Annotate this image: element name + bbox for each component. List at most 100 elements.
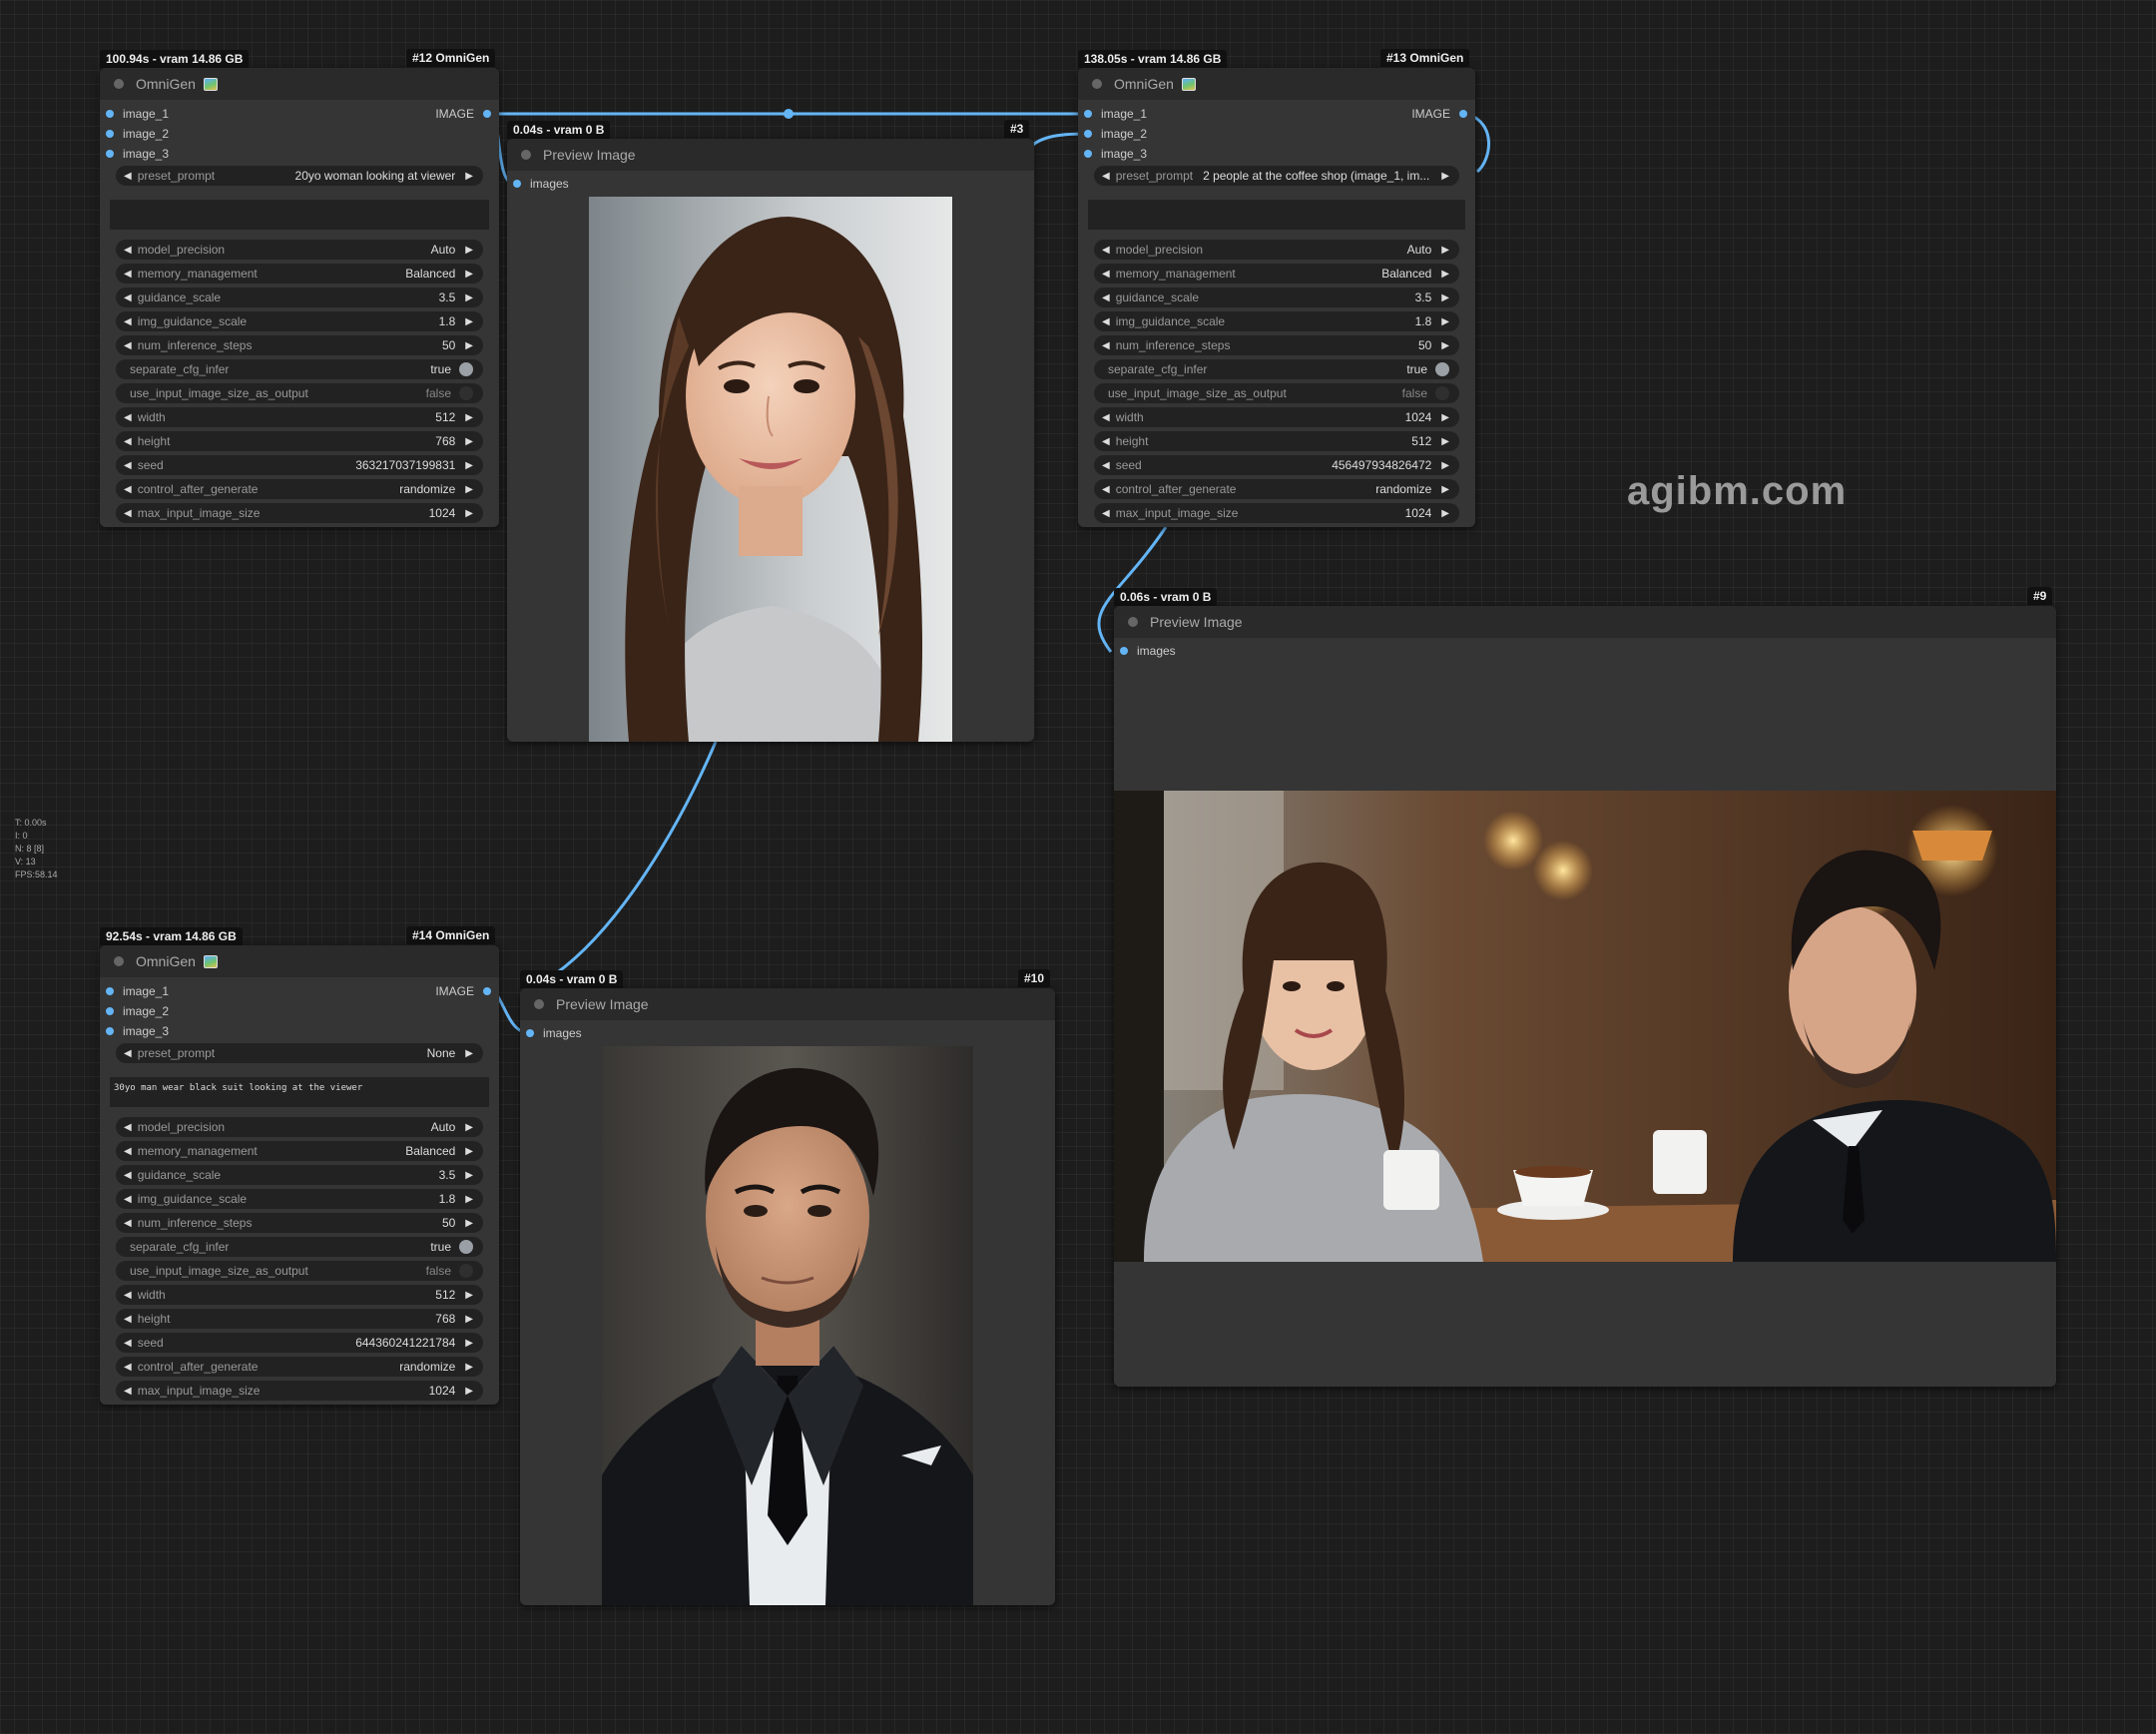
input-slot-image-2[interactable]: image_2 [106,124,169,144]
widget-memory-management[interactable]: ◀ memory_management Balanced ▶ [116,264,483,284]
toggle-use-input-image-size[interactable]: use_input_image_size_as_output false [116,1261,483,1281]
input-slot-image-1[interactable]: image_1 [1084,104,1147,124]
toggle-separate-cfg-infer[interactable]: separate_cfg_infer true [116,1237,483,1257]
slot-dot-icon[interactable] [106,987,114,995]
input-slot-image-3[interactable]: image_3 [1084,144,1147,164]
output-slot-image[interactable]: IMAGE [435,104,491,124]
prompt-textarea[interactable]: 30yo man wear black suit looking at the … [110,1077,489,1107]
slot-dot-icon[interactable] [106,150,114,158]
widget-num-inference-steps[interactable]: ◀ num_inference_steps 50 ▶ [1094,335,1459,355]
arrow-right-icon[interactable]: ▶ [465,1146,473,1157]
input-slot-image-2[interactable]: image_2 [1084,124,1147,144]
slot-dot-icon[interactable] [1459,110,1467,118]
omnigen-node-14[interactable]: OmniGen image_1 image_2 image_3 IMAGE ◀ p… [100,945,499,1405]
arrow-left-icon[interactable]: ◀ [124,1314,132,1325]
widget-height[interactable]: ◀ height 768 ▶ [116,431,483,451]
widget-control-after-generate[interactable]: ◀ control_after_generate randomize ▶ [1094,479,1459,499]
slot-dot-icon[interactable] [106,1007,114,1015]
arrow-right-icon[interactable]: ▶ [465,460,473,471]
arrow-left-icon[interactable]: ◀ [124,340,132,351]
arrow-left-icon[interactable]: ◀ [1102,508,1110,519]
preview-node-10[interactable]: Preview Image images [520,988,1055,1605]
slot-dot-icon[interactable] [526,1029,534,1037]
arrow-right-icon[interactable]: ▶ [465,412,473,423]
preset-prompt-combo[interactable]: ◀ preset_prompt 20yo woman looking at view… [116,166,483,186]
widget-model-precision[interactable]: ◀ model_precision Auto ▶ [116,240,483,260]
arrow-left-icon[interactable]: ◀ [1102,484,1110,495]
preset-prompt-combo[interactable]: ◀ preset_prompt None ▶ [116,1043,483,1063]
slot-dot-icon[interactable] [106,130,114,138]
arrow-right-icon[interactable]: ▶ [1441,269,1449,280]
arrow-left-icon[interactable]: ◀ [1102,245,1110,256]
collapse-dot-icon[interactable] [1128,617,1138,627]
widget-max-input-image-size[interactable]: ◀ max_input_image_size 1024 ▶ [116,503,483,523]
widget-img-guidance-scale[interactable]: ◀ img_guidance_scale 1.8 ▶ [116,311,483,331]
preview-node-3[interactable]: Preview Image images [507,139,1034,742]
arrow-right-icon[interactable]: ▶ [465,508,473,519]
arrow-right-icon[interactable]: ▶ [465,1290,473,1301]
slot-dot-icon[interactable] [106,1027,114,1035]
widget-guidance-scale[interactable]: ◀ guidance_scale 3.5 ▶ [116,288,483,307]
widget-control-after-generate[interactable]: ◀ control_after_generate randomize ▶ [116,479,483,499]
arrow-right-icon[interactable]: ▶ [465,1170,473,1181]
arrow-right-icon[interactable]: ▶ [465,1122,473,1133]
arrow-right-icon[interactable]: ▶ [1441,412,1449,423]
arrow-left-icon[interactable]: ◀ [124,292,132,303]
arrow-left-icon[interactable]: ◀ [1102,292,1110,303]
arrow-left-icon[interactable]: ◀ [124,245,132,256]
omnigen-node-13[interactable]: OmniGen image_1 image_2 image_3 IMAGE ◀ p… [1078,68,1475,527]
widget-model-precision[interactable]: ◀ model_precision Auto ▶ [116,1117,483,1137]
arrow-right-icon[interactable]: ▶ [1441,484,1449,495]
slot-dot-icon[interactable] [1084,130,1092,138]
widget-seed[interactable]: ◀ seed 644360241221784 ▶ [116,1333,483,1353]
omnigen-node-12[interactable]: OmniGen image_1 image_2 image_3 IMAGE ◀ p… [100,68,499,527]
toggle-knob-icon[interactable] [459,1264,473,1278]
collapse-dot-icon[interactable] [114,956,124,966]
widget-seed[interactable]: ◀ seed 456497934826472 ▶ [1094,455,1459,475]
toggle-knob-icon[interactable] [1435,362,1449,376]
arrow-left-icon[interactable]: ◀ [124,412,132,423]
node-header[interactable]: OmniGen [1078,68,1475,100]
widget-guidance-scale[interactable]: ◀ guidance_scale 3.5 ▶ [116,1165,483,1185]
node-header[interactable]: Preview Image [1114,606,2056,638]
arrow-left-icon[interactable]: ◀ [124,1170,132,1181]
arrow-right-icon[interactable]: ▶ [465,1386,473,1397]
arrow-left-icon[interactable]: ◀ [124,316,132,327]
preview-image-man-portrait[interactable] [602,1046,973,1605]
preset-prompt-combo[interactable]: ◀ preset_prompt 2 people at the coffee sho… [1094,166,1459,186]
widget-width[interactable]: ◀ width 512 ▶ [116,407,483,427]
arrow-right-icon[interactable]: ▶ [1441,292,1449,303]
arrow-left-icon[interactable]: ◀ [124,1338,132,1349]
arrow-right-icon[interactable]: ▶ [465,1314,473,1325]
arrow-left-icon[interactable]: ◀ [124,1386,132,1397]
arrow-right-icon[interactable]: ▶ [465,292,473,303]
arrow-left-icon[interactable]: ◀ [124,269,132,280]
toggle-knob-icon[interactable] [459,362,473,376]
arrow-right-icon[interactable]: ▶ [465,484,473,495]
input-slot-image-1[interactable]: image_1 [106,981,169,1001]
input-slot-images[interactable]: images [526,1026,582,1040]
node-header[interactable]: OmniGen [100,945,499,977]
arrow-right-icon[interactable]: ▶ [465,1218,473,1229]
slot-dot-icon[interactable] [513,180,521,188]
input-slot-image-3[interactable]: image_3 [106,144,169,164]
arrow-left-icon[interactable]: ◀ [124,1218,132,1229]
arrow-left-icon[interactable]: ◀ [124,1048,132,1059]
collapse-dot-icon[interactable] [534,999,544,1009]
slot-dot-icon[interactable] [106,110,114,118]
slot-dot-icon[interactable] [483,110,491,118]
arrow-right-icon[interactable]: ▶ [465,1362,473,1373]
arrow-right-icon[interactable]: ▶ [1441,436,1449,447]
arrow-right-icon[interactable]: ▶ [465,340,473,351]
output-slot-image[interactable]: IMAGE [1411,104,1467,124]
arrow-left-icon[interactable]: ◀ [1102,340,1110,351]
preview-node-9[interactable]: Preview Image images [1114,606,2056,1387]
arrow-right-icon[interactable]: ▶ [1441,340,1449,351]
toggle-use-input-image-size[interactable]: use_input_image_size_as_output false [116,383,483,403]
widget-num-inference-steps[interactable]: ◀ num_inference_steps 50 ▶ [116,335,483,355]
arrow-right-icon[interactable]: ▶ [465,171,473,182]
arrow-left-icon[interactable]: ◀ [124,484,132,495]
arrow-right-icon[interactable]: ▶ [465,316,473,327]
arrow-right-icon[interactable]: ▶ [1441,245,1449,256]
toggle-knob-icon[interactable] [459,386,473,400]
